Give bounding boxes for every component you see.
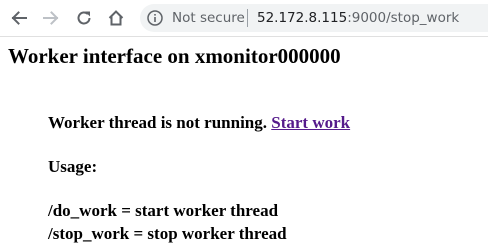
home-icon xyxy=(107,9,125,27)
usage-line-do-work: /do_work = start worker thread xyxy=(48,201,279,220)
usage-heading: Usage: xyxy=(48,157,98,176)
start-work-link[interactable]: Start work xyxy=(271,113,350,132)
reload-button[interactable] xyxy=(73,7,95,29)
back-button[interactable] xyxy=(8,7,30,29)
reload-icon xyxy=(75,9,93,27)
url-host: 52.172.8.115 xyxy=(257,10,348,26)
forward-button[interactable] xyxy=(40,7,62,29)
url-text[interactable]: 52.172.8.115:9000/stop_work xyxy=(257,10,459,26)
page-content: Worker interface on xmonitor000000 Worke… xyxy=(0,37,488,246)
address-bar[interactable]: Not secure 52.172.8.115:9000/stop_work xyxy=(140,4,488,32)
browser-toolbar: Not secure 52.172.8.115:9000/stop_work xyxy=(0,0,488,37)
back-arrow-icon xyxy=(10,9,28,27)
url-path: :9000/stop_work xyxy=(347,10,460,26)
worker-status: Worker thread is not running. Start work xyxy=(48,112,350,133)
security-label[interactable]: Not secure xyxy=(172,10,245,26)
forward-arrow-icon xyxy=(42,9,60,27)
usage-line-stop-work: /stop_work = stop worker thread xyxy=(48,224,287,243)
info-icon[interactable] xyxy=(147,10,163,26)
url-divider xyxy=(247,9,248,27)
page-title: Worker interface on xmonitor000000 xyxy=(8,44,341,68)
status-text: Worker thread is not running. xyxy=(48,113,272,132)
home-button[interactable] xyxy=(105,7,127,29)
